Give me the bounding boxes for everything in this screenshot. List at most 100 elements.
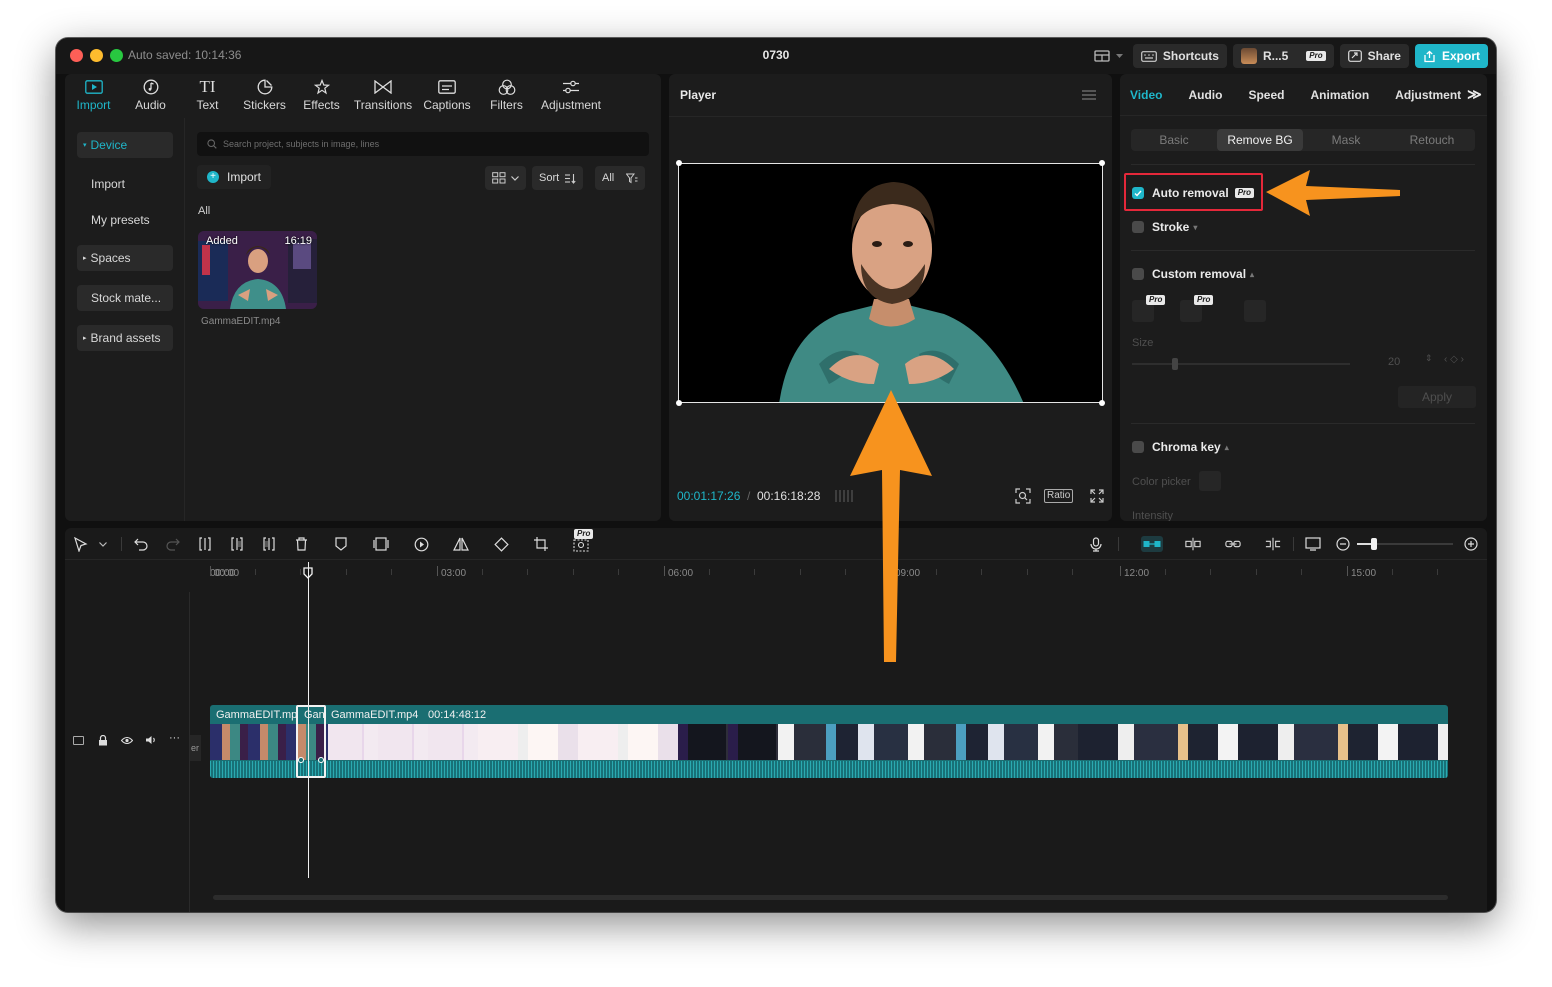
tab-audio[interactable]: Audio — [122, 74, 179, 118]
tab-adjustment[interactable]: Adjustment — [535, 74, 607, 118]
ratio-button[interactable]: Ratio — [1044, 489, 1074, 503]
filter-button[interactable]: All — [595, 166, 646, 190]
duration-badge: 16:19 — [284, 235, 312, 247]
crop-icon[interactable] — [533, 536, 549, 552]
apply-button[interactable]: Apply — [1398, 386, 1476, 408]
resize-handle[interactable] — [676, 400, 682, 406]
timeline-scrollbar[interactable] — [213, 895, 1448, 900]
clip-handle[interactable] — [298, 757, 304, 763]
size-slider-handle[interactable] — [1172, 358, 1178, 370]
tab-import[interactable]: Import — [65, 74, 122, 118]
subtab-remove-bg[interactable]: Remove BG — [1217, 129, 1303, 151]
export-button[interactable]: Export — [1414, 44, 1488, 68]
mirror-icon[interactable] — [453, 536, 469, 552]
sidebar-item-stock-material[interactable]: Stock mate... — [77, 285, 173, 311]
sidebar-item-brand-assets[interactable]: ▸ Brand assets — [77, 325, 173, 351]
link-icon[interactable] — [1225, 536, 1241, 552]
subtab-mask[interactable]: Mask — [1303, 129, 1389, 151]
video-preview[interactable] — [678, 163, 1103, 403]
main-track-magnet-icon[interactable] — [1141, 536, 1163, 552]
chroma-key-option[interactable]: Chroma key ▴ — [1132, 440, 1229, 454]
shortcuts-button[interactable]: Shortcuts — [1132, 44, 1227, 68]
share-button[interactable]: Share — [1339, 44, 1409, 68]
split-icon[interactable] — [197, 536, 213, 552]
tab-adjustment[interactable]: Adjustment — [1395, 88, 1461, 102]
custom-removal-checkbox[interactable] — [1132, 268, 1144, 280]
chevron-down-icon[interactable] — [95, 536, 111, 552]
tab-filters-label: Filters — [490, 98, 523, 112]
tab-animation[interactable]: Animation — [1310, 88, 1369, 102]
size-slider[interactable] — [1132, 363, 1350, 365]
import-button[interactable]: + Import — [197, 165, 272, 189]
reverse-icon[interactable] — [413, 536, 429, 552]
zoom-in-icon[interactable] — [1463, 536, 1479, 552]
freeze-icon[interactable] — [373, 536, 389, 552]
resize-handle[interactable] — [1099, 400, 1105, 406]
more-options-icon[interactable]: ··· — [169, 732, 180, 744]
zoom-fit-icon[interactable] — [1015, 488, 1031, 504]
zoom-slider-handle[interactable] — [1371, 538, 1377, 550]
timeline-ruler[interactable]: 00:00 — [65, 560, 1487, 582]
tab-audio[interactable]: Audio — [1188, 88, 1222, 102]
keyframe-nav-icon[interactable]: ‹ ◇ › — [1444, 354, 1464, 365]
rotate-icon[interactable] — [493, 536, 509, 552]
split-right-icon[interactable] — [261, 536, 277, 552]
sidebar-item-spaces[interactable]: ▸ Spaces — [77, 245, 173, 271]
subtab-basic[interactable]: Basic — [1131, 129, 1217, 151]
tab-transitions[interactable]: Transitions — [350, 74, 416, 118]
zoom-window-button[interactable] — [110, 49, 123, 62]
view-mode-button[interactable] — [485, 166, 526, 190]
subtab-retouch[interactable]: Retouch — [1389, 129, 1475, 151]
undo-icon[interactable] — [133, 536, 149, 552]
clip-handle[interactable] — [318, 757, 324, 763]
sidebar-item-import[interactable]: Import — [77, 171, 173, 197]
preview-axis-icon[interactable] — [1265, 536, 1281, 552]
marker-icon[interactable] — [333, 536, 349, 552]
sort-button[interactable]: Sort — [532, 166, 584, 190]
color-picker-button[interactable] — [1199, 471, 1221, 491]
tab-speed[interactable]: Speed — [1248, 88, 1284, 102]
cover-icon[interactable] — [73, 736, 84, 745]
fullscreen-icon[interactable] — [1090, 489, 1104, 503]
stepper-icon[interactable]: ⇕ — [1425, 353, 1433, 364]
account-button[interactable]: R...5 Pro — [1232, 44, 1334, 68]
split-left-icon[interactable] — [229, 536, 245, 552]
stroke-checkbox[interactable] — [1132, 221, 1144, 233]
close-window-button[interactable] — [70, 49, 83, 62]
custom-removal-option[interactable]: Custom removal ▴ — [1132, 267, 1254, 281]
sidebar-item-my-presets[interactable]: My presets — [77, 207, 173, 233]
tab-video[interactable]: Video — [1130, 88, 1162, 102]
tab-captions[interactable]: Captions — [416, 74, 478, 118]
tab-filters[interactable]: Filters — [478, 74, 535, 118]
auto-removal-checkbox[interactable] — [1132, 187, 1144, 199]
sidebar-item-device[interactable]: ▾ Device — [77, 132, 173, 158]
search-input[interactable]: Search project, subjects in image, lines — [197, 132, 649, 156]
zoom-out-icon[interactable] — [1335, 536, 1351, 552]
eye-icon[interactable] — [121, 736, 133, 745]
volume-icon[interactable] — [145, 735, 157, 745]
resize-handle[interactable] — [1099, 160, 1105, 166]
more-tabs-icon[interactable]: ≫ — [1467, 86, 1482, 103]
minimize-window-button[interactable] — [90, 49, 103, 62]
tab-effects[interactable]: Effects — [293, 74, 350, 118]
stroke-option[interactable]: Stroke ▾ — [1132, 220, 1197, 234]
auto-removal-option[interactable]: Auto removal Pro — [1132, 186, 1255, 200]
menu-icon[interactable] — [1082, 90, 1096, 100]
lock-icon[interactable] — [98, 735, 108, 746]
redo-icon[interactable] — [165, 536, 181, 552]
tab-stickers[interactable]: Stickers — [236, 74, 293, 118]
microphone-icon[interactable] — [1088, 536, 1104, 552]
delete-icon[interactable] — [293, 536, 309, 552]
resize-handle[interactable] — [676, 160, 682, 166]
size-value[interactable]: 20 — [1388, 356, 1400, 368]
layout-icon[interactable] — [1094, 50, 1123, 62]
clear-tool-button[interactable] — [1244, 300, 1266, 322]
timeline-preview-icon[interactable] — [1305, 536, 1321, 552]
tab-text[interactable]: TI Text — [179, 74, 236, 118]
main-video-track[interactable]: GammaEDIT.mp Gan GammaEDIT.mp4 00:14:48:… — [210, 705, 1448, 778]
chroma-key-checkbox[interactable] — [1132, 441, 1144, 453]
media-item-thumbnail[interactable]: Added 16:19 — [198, 231, 317, 309]
auto-snap-icon[interactable] — [1185, 536, 1201, 552]
select-tool-icon[interactable] — [73, 536, 89, 552]
selected-clip[interactable] — [296, 705, 326, 778]
